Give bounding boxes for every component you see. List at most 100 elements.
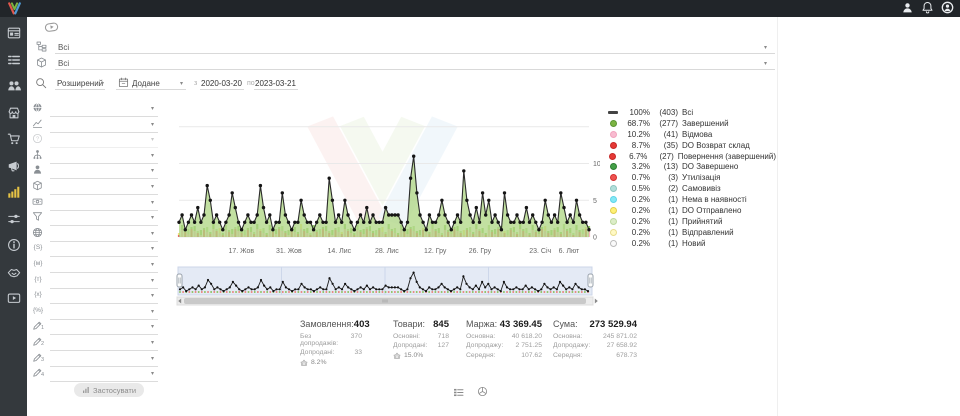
apply-button[interactable]: Застосувати — [74, 383, 144, 397]
stat-sub-label: Середня: — [466, 352, 495, 359]
filter-row-11[interactable]: {м}▾ — [30, 258, 160, 273]
stat-sub-value: 2 751.25 — [516, 342, 542, 349]
chart-canvas[interactable]: 051017. Жов31. Жов14. Лис28. Лис12. Гру2… — [176, 96, 600, 260]
sidebar-item-orders[interactable] — [7, 53, 21, 67]
person-icon — [32, 164, 43, 175]
filter-row-16[interactable]: 2▾ — [30, 336, 160, 351]
account-icon[interactable] — [941, 1, 954, 14]
chevron-down-icon: ▾ — [151, 122, 154, 128]
sidebar-item-partners[interactable] — [7, 265, 21, 279]
filter-row-18[interactable]: 4▾ — [30, 367, 160, 382]
legend-dot-marker — [610, 120, 617, 127]
product-filter-select[interactable]: Всі ▾ — [55, 56, 775, 70]
svg-text:28. Лис: 28. Лис — [375, 248, 399, 255]
legend-percent: 8.7% — [620, 141, 650, 150]
legend-item-5[interactable]: 6.7%(27)Повернення (завершений) — [606, 151, 776, 162]
filter-row-1[interactable]: ▾ — [30, 102, 160, 117]
date-from-input[interactable]: 2020-03-20 — [200, 76, 244, 90]
legend-dot-marker — [610, 185, 617, 192]
search-mode-value: Розширений — [57, 79, 103, 88]
filter-row-10[interactable]: {S}▾ — [30, 242, 160, 257]
date-field-select[interactable]: Додане ▾ — [116, 76, 186, 90]
legend-count: (1) — [650, 217, 678, 226]
sidebar-item-tutorials[interactable] — [7, 291, 21, 305]
filter-row-17[interactable]: 3▾ — [30, 352, 160, 367]
range-handle-left[interactable] — [177, 274, 182, 287]
legend-item-10[interactable]: 0.2%(1)DO Отправлено — [606, 205, 776, 216]
legend-label: Відправлений — [682, 228, 776, 237]
filter-row-15[interactable]: 1▾ — [30, 320, 160, 335]
filter-row-8[interactable]: ▾ — [30, 211, 160, 226]
sidebar-item-dashboard[interactable] — [7, 26, 21, 40]
filter-row-5[interactable]: ▾ — [30, 164, 160, 179]
legend-item-12[interactable]: 0.2%(1)Відправлений — [606, 227, 776, 238]
legend-percent: 68.7% — [620, 119, 650, 128]
sidebar-item-store[interactable] — [7, 106, 21, 120]
legend-item-8[interactable]: 0.5%(2)Самовивіз — [606, 183, 776, 194]
stat-sub-value: 245 871.02 — [603, 333, 637, 340]
legend-count: (1) — [650, 228, 678, 237]
legend-percent: 0.2% — [620, 206, 650, 215]
bracket-icon: {S} — [30, 244, 46, 251]
legend-item-6[interactable]: 3.2%(13)DO Завершено — [606, 161, 776, 172]
filter-row-12[interactable]: {т}▾ — [30, 274, 160, 289]
filter-row-2[interactable]: ▾ — [30, 118, 160, 133]
sidebar-item-marketing[interactable] — [7, 159, 21, 173]
stat-sub-label: Допродані: — [393, 342, 427, 349]
chevron-down-icon: ▾ — [151, 324, 154, 330]
search-icon[interactable] — [35, 77, 47, 89]
legend-count: (1) — [650, 239, 678, 248]
filter-row-7[interactable]: ▾ — [30, 196, 160, 211]
sidebar-item-clients[interactable] — [7, 79, 21, 93]
date-to-value: 2023-03-21 — [255, 79, 296, 88]
stat-sub-label: Основна: — [553, 333, 582, 340]
pencil-index: 4 — [41, 372, 44, 378]
scroll-right-arrow-icon[interactable] — [595, 299, 598, 304]
orders-list-icon[interactable] — [453, 387, 464, 398]
legend-dot-marker — [610, 207, 617, 214]
legend-count: (1) — [650, 206, 678, 215]
range-handle-right[interactable] — [588, 274, 593, 287]
legend-item-1[interactable]: 100%(403)Всі — [606, 107, 776, 118]
legend-item-11[interactable]: 0.2%(1)Прийнятий — [606, 216, 776, 227]
sidebar-item-settings[interactable] — [7, 212, 21, 226]
products-sphere-icon[interactable] — [477, 386, 488, 397]
category-filter-select[interactable]: Всі ▾ — [55, 40, 775, 54]
stat-value: 43 369.45 — [500, 319, 542, 330]
chart-minimap[interactable] — [176, 266, 600, 306]
legend-count: (35) — [650, 141, 678, 150]
chevron-down-icon: ▾ — [151, 356, 154, 362]
filter-row-13[interactable]: {х}▾ — [30, 289, 160, 304]
presentation-icon[interactable] — [43, 20, 60, 34]
search-mode-select[interactable]: Розширений ▾ — [55, 76, 105, 90]
stat-sub-label: Допродані: — [300, 349, 334, 356]
legend-item-2[interactable]: 68.7%(277)Завершений — [606, 118, 776, 129]
filter-row-3[interactable]: ?▾ — [30, 133, 160, 148]
filter-row-14[interactable]: {%}▾ — [30, 305, 160, 320]
stat-sub-label: Середня: — [553, 352, 582, 359]
legend-label: Повернення (завершений) — [678, 152, 776, 161]
filter-row-9[interactable]: ▾ — [30, 227, 160, 242]
notifications-bell-icon[interactable] — [921, 1, 934, 14]
user-icon[interactable] — [901, 1, 914, 14]
svg-text:23. Січ: 23. Січ — [529, 247, 551, 255]
app-logo-icon[interactable] — [7, 1, 22, 16]
legend-count: (1) — [650, 195, 678, 204]
legend-label: Всі — [682, 108, 776, 117]
filter-row-6[interactable]: ▾ — [30, 180, 160, 195]
legend-percent: 0.2% — [620, 217, 650, 226]
chevron-down-icon: ▾ — [151, 278, 154, 284]
legend-item-3[interactable]: 10.2%(41)Відмова — [606, 129, 776, 140]
filter-row-4[interactable]: ▾ — [30, 149, 160, 164]
legend-item-13[interactable]: 0.2%(1)Новий — [606, 238, 776, 249]
trend-icon — [32, 118, 43, 129]
sidebar-item-info[interactable] — [7, 238, 21, 252]
legend-dot-marker — [610, 218, 617, 225]
legend-item-4[interactable]: 8.7%(35)DO Возврат склад — [606, 140, 776, 151]
category-tree-icon — [36, 41, 47, 52]
sidebar-item-purchases[interactable] — [7, 132, 21, 146]
date-to-input[interactable]: 2023-03-21 — [254, 76, 298, 90]
sidebar-item-statistics[interactable] — [7, 185, 21, 199]
legend-item-9[interactable]: 0.2%(1)Нема в наявності — [606, 194, 776, 205]
legend-item-7[interactable]: 0.7%(3)Утилізація — [606, 172, 776, 183]
